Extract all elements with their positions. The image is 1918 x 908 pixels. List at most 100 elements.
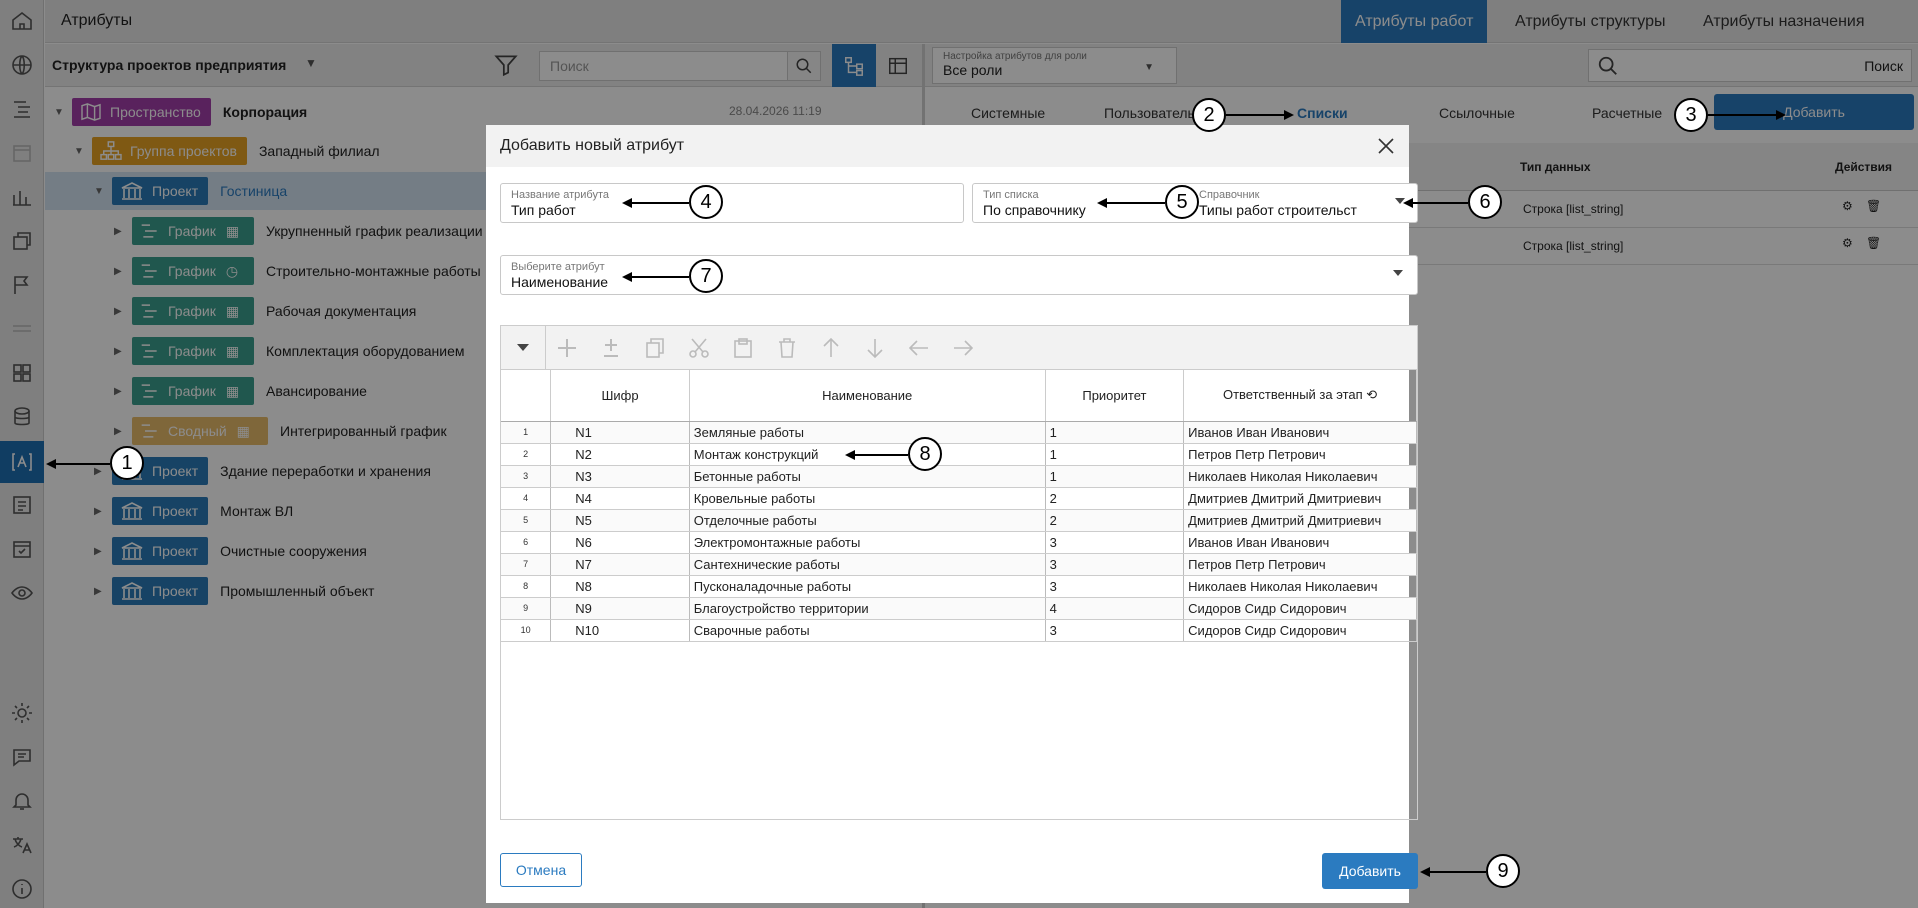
callout-arrow [853, 454, 908, 456]
code-cell[interactable]: N5 [550, 509, 690, 532]
callout-arrow [630, 276, 689, 278]
code-cell[interactable]: N1 [550, 421, 690, 444]
row-number-header [501, 370, 552, 422]
add-attribute-dialog: Добавить новый атрибут Название атрибута… [486, 125, 1418, 903]
priority-cell[interactable]: 1 [1045, 421, 1185, 444]
responsible-cell[interactable]: Сидоров Сидр Сидорович [1183, 619, 1417, 642]
col-code[interactable]: Шифр [550, 370, 690, 422]
grid-toolbar [501, 326, 1417, 370]
field-label: Выберите атрибут [511, 261, 605, 273]
col-priority[interactable]: Приоритет [1045, 370, 1185, 422]
name-cell[interactable]: Земляные работы [689, 421, 1046, 444]
priority-cell[interactable]: 4 [1045, 597, 1185, 620]
arrow-left-icon [905, 334, 933, 362]
callout-arrowhead [1284, 110, 1294, 120]
table-row[interactable]: 7 N7 Сантехнические работы 3 Петров Петр Пет… [501, 553, 1417, 576]
row-number: 10 [501, 619, 552, 642]
responsible-cell[interactable]: Николаев Николая Николаевич [1183, 575, 1417, 598]
table-row[interactable]: 1 N1 Земляные работы 1 Иванов Иван Иванович [501, 421, 1417, 444]
responsible-cell[interactable]: Николаев Николая Николаевич [1183, 465, 1417, 488]
table-row[interactable]: 2 N2 Монтаж конструкций 1 Петров Петр Петров… [501, 443, 1417, 466]
row-number: 1 [501, 421, 552, 444]
responsible-cell[interactable]: Петров Петр Петрович [1183, 553, 1417, 576]
code-cell[interactable]: N6 [550, 531, 690, 554]
trash-icon [773, 334, 801, 362]
add-button[interactable]: Добавить [1322, 853, 1418, 889]
priority-cell[interactable]: 3 [1045, 531, 1185, 554]
table-row[interactable]: 3 N3 Бетонные работы 1 Николаев Николая Нико… [501, 465, 1417, 488]
priority-cell[interactable]: 2 [1045, 509, 1185, 532]
close-icon[interactable] [1373, 133, 1399, 159]
callout-arrow [1226, 114, 1285, 116]
callout-arrowhead [845, 450, 855, 460]
priority-cell[interactable]: 3 [1045, 575, 1185, 598]
priority-cell[interactable]: 1 [1045, 443, 1185, 466]
dictionary-select[interactable]: Справочник Типы работ строительст [1199, 184, 1419, 222]
name-cell[interactable]: Электромонтажные работы [689, 531, 1046, 554]
row-number: 6 [501, 531, 552, 554]
priority-cell[interactable]: 2 [1045, 487, 1185, 510]
responsible-cell[interactable]: Иванов Иван Иванович [1183, 531, 1417, 554]
name-cell[interactable]: Сварочные работы [689, 619, 1046, 642]
callout-8: 8 [908, 437, 942, 471]
field-label: Справочник [1199, 189, 1260, 201]
paste-icon [729, 334, 757, 362]
toolbar-divider [545, 326, 546, 370]
arrow-up-icon [817, 334, 845, 362]
field-value: Типы работ строительст [1199, 202, 1357, 218]
name-cell[interactable]: Пусконаладочные работы [689, 575, 1046, 598]
cut-icon [685, 334, 713, 362]
name-cell[interactable]: Благоустройство территории [689, 597, 1046, 620]
table-row[interactable]: 9 N9 Благоустройство территории 4 Сидоров Си… [501, 597, 1417, 620]
code-cell[interactable]: N3 [550, 465, 690, 488]
code-cell[interactable]: N8 [550, 575, 690, 598]
priority-cell[interactable]: 3 [1045, 619, 1185, 642]
field-value: По справочнику [983, 202, 1086, 218]
callout-6: 6 [1468, 185, 1502, 219]
table-row[interactable]: 4 N4 Кровельные работы 2 Дмитриев Дмитрий Дм… [501, 487, 1417, 510]
callout-arrowhead [622, 272, 632, 282]
attribute-name-field[interactable]: Название атрибута Тип работ [500, 183, 964, 223]
table-header-row: Шифр Наименование Приоритет Ответственны… [501, 370, 1417, 422]
callout-7: 7 [689, 259, 723, 293]
field-value: Тип работ [511, 202, 576, 218]
col-responsible[interactable]: Ответственный за этап ⟲ [1183, 370, 1417, 422]
callout-arrow [1105, 202, 1165, 204]
responsible-cell[interactable]: Петров Петр Петрович [1183, 443, 1417, 466]
select-attribute-field[interactable]: Выберите атрибут Наименование [500, 255, 1418, 295]
row-number: 4 [501, 487, 552, 510]
dialog-title: Добавить новый атрибут [500, 137, 685, 154]
table-row[interactable]: 5 N5 Отделочные работы 2 Дмитриев Дмитрий Дм… [501, 509, 1417, 532]
code-cell[interactable]: N10 [550, 619, 690, 642]
priority-cell[interactable]: 1 [1045, 465, 1185, 488]
arrow-down-icon [861, 334, 889, 362]
field-value: Наименование [511, 274, 609, 290]
table-row[interactable]: 8 N8 Пусконаладочные работы 3 Николаев Никол… [501, 575, 1417, 598]
code-cell[interactable]: N4 [550, 487, 690, 510]
name-cell[interactable]: Бетонные работы [689, 465, 1046, 488]
code-cell[interactable]: N9 [550, 597, 690, 620]
field-label: Название атрибута [511, 189, 609, 201]
name-cell[interactable]: Кровельные работы [689, 487, 1046, 510]
row-number: 3 [501, 465, 552, 488]
callout-1: 1 [110, 446, 144, 480]
table-row[interactable]: 10 N10 Сварочные работы 3 Сидоров Сидр Сидор… [501, 619, 1417, 642]
chevron-down-icon[interactable] [509, 334, 537, 362]
row-number: 9 [501, 597, 552, 620]
callout-arrowhead [1403, 198, 1413, 208]
col-name[interactable]: Наименование [689, 370, 1046, 422]
responsible-cell[interactable]: Дмитриев Дмитрий Дмитриевич [1183, 487, 1417, 510]
refresh-icon[interactable]: ⟲ [1366, 387, 1377, 402]
responsible-cell[interactable]: Дмитриев Дмитрий Дмитриевич [1183, 509, 1417, 532]
name-cell[interactable]: Отделочные работы [689, 509, 1046, 532]
table-row[interactable]: 6 N6 Электромонтажные работы 3 Иванов Иван И… [501, 531, 1417, 554]
name-cell[interactable]: Сантехнические работы [689, 553, 1046, 576]
callout-arrowhead [1420, 867, 1430, 877]
responsible-cell[interactable]: Иванов Иван Иванович [1183, 421, 1417, 444]
cancel-button[interactable]: Отмена [500, 853, 582, 887]
code-cell[interactable]: N7 [550, 553, 690, 576]
callout-arrow [54, 463, 110, 465]
code-cell[interactable]: N2 [550, 443, 690, 466]
responsible-cell[interactable]: Сидоров Сидр Сидорович [1183, 597, 1417, 620]
priority-cell[interactable]: 3 [1045, 553, 1185, 576]
